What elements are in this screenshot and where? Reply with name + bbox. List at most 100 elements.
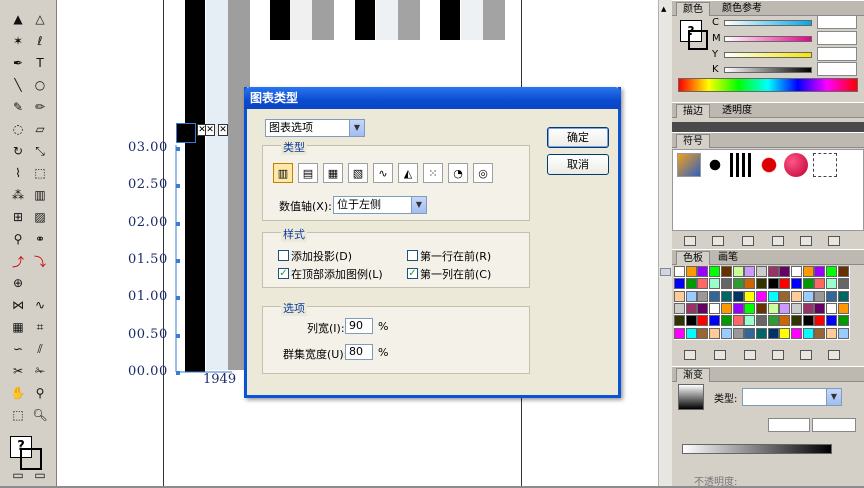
paintbrush-tool-icon[interactable]: ✎	[8, 98, 28, 116]
cancel-button[interactable]: 取消	[547, 154, 609, 175]
canvas-vertical-scrollbar[interactable]: ▲	[658, 0, 672, 486]
legend-swatch-empty-2[interactable]: ✕	[205, 124, 215, 136]
color-swatch[interactable]	[685, 302, 697, 314]
color-swatch[interactable]	[685, 278, 697, 290]
color-swatch[interactable]	[732, 315, 744, 327]
color-swatch[interactable]	[802, 302, 814, 314]
zoom-tool-icon[interactable]: ⚲	[30, 384, 50, 402]
ok-button[interactable]: 确定	[547, 127, 609, 148]
ellipse-tool-icon[interactable]: ○	[30, 76, 50, 94]
symbol-options-icon[interactable]	[772, 236, 784, 246]
color-swatch[interactable]	[697, 302, 709, 314]
m-value[interactable]	[817, 31, 857, 45]
slice-tool-icon[interactable]: ⊕	[8, 274, 28, 292]
new-color-group-icon[interactable]	[772, 350, 784, 360]
color-swatch[interactable]	[744, 278, 756, 290]
line-graph-icon[interactable]: ∿	[373, 163, 393, 183]
new-swatch-icon[interactable]	[800, 350, 812, 360]
lasso-tool-icon[interactable]: ℓ	[30, 32, 50, 50]
place-symbol-icon[interactable]	[712, 236, 724, 246]
symbol-library-icon[interactable]	[684, 236, 696, 246]
blend-tool-icon[interactable]: ⚭	[30, 230, 50, 248]
color-swatch[interactable]	[814, 290, 826, 302]
color-swatch[interactable]	[720, 278, 732, 290]
delete-symbol-icon[interactable]	[828, 236, 840, 246]
color-swatch[interactable]	[791, 290, 802, 302]
shear-tool-icon[interactable]: ⫽	[30, 340, 50, 358]
hand-tool-icon[interactable]: ✋	[8, 384, 28, 402]
color-mode-icon[interactable]: ▭	[8, 466, 28, 484]
color-swatch[interactable]	[685, 290, 697, 302]
pencil-tool-icon[interactable]: ✏	[30, 98, 50, 116]
column-graph-icon[interactable]: ▥	[273, 163, 293, 183]
color-swatch[interactable]	[732, 290, 744, 302]
artboard-tool-icon[interactable]: ⌗	[30, 318, 50, 336]
panel-collapse-bar[interactable]	[672, 122, 864, 132]
legend-swatch-empty-3[interactable]: ✕	[218, 124, 228, 136]
gradient-preview[interactable]	[678, 384, 704, 410]
color-swatch[interactable]	[802, 315, 814, 327]
color-swatch[interactable]	[697, 315, 709, 327]
tab-color[interactable]: 颜色	[676, 2, 710, 16]
color-swatch[interactable]	[732, 266, 744, 277]
color-swatch[interactable]	[674, 315, 685, 327]
first-col-front-checkbox[interactable]: ✓	[407, 268, 418, 279]
color-swatch[interactable]	[837, 327, 849, 339]
color-swatch[interactable]	[802, 290, 814, 302]
color-swatch[interactable]	[802, 278, 814, 290]
symbol-sprayer-tool-icon[interactable]: ⁂	[8, 186, 28, 204]
color-swatch[interactable]	[674, 327, 685, 339]
color-swatch[interactable]	[767, 290, 779, 302]
color-swatch[interactable]	[744, 315, 756, 327]
color-swatch[interactable]	[791, 327, 802, 339]
color-swatch[interactable]	[767, 302, 779, 314]
color-swatch[interactable]	[732, 327, 744, 339]
color-swatch[interactable]	[709, 266, 721, 277]
value-axis-select[interactable]: 位于左侧 ▼	[333, 196, 427, 214]
gradient-ratio-input[interactable]	[812, 418, 856, 432]
tab-swatches[interactable]: 色板	[676, 251, 710, 265]
knife-tool-icon[interactable]: ✂	[8, 362, 28, 380]
legend-swatch-black[interactable]	[176, 123, 196, 143]
color-swatch[interactable]	[814, 302, 826, 314]
color-swatch[interactable]	[732, 278, 744, 290]
color-swatch[interactable]	[720, 290, 732, 302]
c-value[interactable]	[817, 15, 857, 29]
twirl-tool-icon[interactable]: ∿	[30, 296, 50, 314]
color-swatch[interactable]	[779, 302, 791, 314]
color-swatch[interactable]	[744, 266, 756, 277]
m-slider[interactable]	[724, 36, 812, 42]
eyedropper-tool-icon[interactable]: ⚲	[8, 230, 28, 248]
color-swatch[interactable]	[814, 266, 826, 277]
gradient-mode-icon[interactable]: ▭	[30, 466, 50, 484]
tab-gradient[interactable]: 渐变	[676, 368, 710, 382]
selection-tool-icon[interactable]: ▲	[8, 10, 28, 28]
symbol-ball[interactable]	[784, 153, 808, 177]
rotate-tool-icon[interactable]: ↻	[8, 142, 28, 160]
color-swatch[interactable]	[720, 302, 732, 314]
symbol-stripes[interactable]	[730, 153, 754, 177]
k-value[interactable]	[817, 62, 857, 76]
tab-transparency[interactable]: 透明度	[716, 104, 758, 118]
color-swatch[interactable]	[779, 266, 791, 277]
legend-top-checkbox[interactable]: ✓	[278, 268, 289, 279]
color-swatch[interactable]	[791, 315, 802, 327]
color-swatch[interactable]	[709, 302, 721, 314]
gradient-tool-icon[interactable]: ▨	[30, 208, 50, 226]
width-tool-icon[interactable]: ⋈	[8, 296, 28, 314]
color-swatch[interactable]	[697, 266, 709, 277]
color-swatch[interactable]	[755, 315, 767, 327]
scroll-thumb[interactable]	[660, 268, 671, 276]
scale-tool-icon[interactable]: ⤡	[30, 142, 50, 160]
swatch-kind-icon[interactable]	[714, 350, 726, 360]
color-swatch[interactable]	[720, 327, 732, 339]
color-swatch[interactable]	[837, 278, 849, 290]
pen-tool-icon[interactable]: ✒	[8, 54, 28, 72]
stroke-color-icon[interactable]	[688, 30, 708, 50]
radar-graph-icon[interactable]: ◎	[473, 163, 493, 183]
color-swatch[interactable]	[779, 290, 791, 302]
live-paint-selection-icon[interactable]: ⤵	[30, 252, 50, 270]
color-swatch[interactable]	[837, 266, 849, 277]
tab-symbols[interactable]: 符号	[676, 134, 710, 148]
mesh-tool-icon[interactable]: ⊞	[8, 208, 28, 226]
